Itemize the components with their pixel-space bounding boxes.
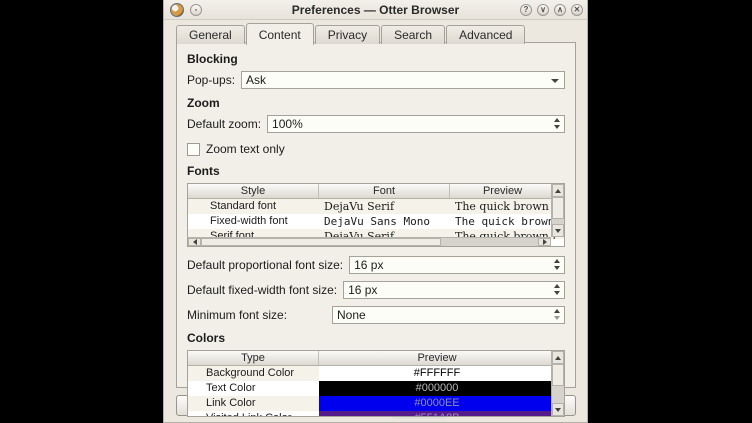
fixed-width-font-size-spinbox[interactable]: 16 px (343, 281, 565, 299)
proportional-font-size-spinbox[interactable]: 16 px (349, 256, 565, 274)
colors-row-text[interactable]: Text Color #000000 (188, 381, 564, 396)
fonts-hscroll-thumb[interactable] (201, 238, 441, 246)
spin-up-icon[interactable] (554, 259, 560, 263)
spin-up-icon[interactable] (554, 118, 560, 122)
zoom-section-title: Zoom (187, 96, 565, 110)
spin-down-icon[interactable] (554, 291, 560, 295)
spin-down-icon[interactable] (554, 316, 560, 320)
colors-vertical-scrollbar[interactable] (551, 351, 564, 416)
fonts-vertical-scrollbar[interactable] (551, 184, 564, 237)
tab-bar: General Content Privacy Search Advanced (176, 23, 575, 44)
scroll-up-icon[interactable] (552, 184, 564, 197)
otter-browser-icon (170, 3, 184, 17)
fonts-section-title: Fonts (187, 164, 565, 178)
close-button[interactable]: ✕ (571, 4, 583, 16)
titlebar[interactable]: Preferences — Otter Browser ? ∨ ∧ ✕ (164, 0, 587, 20)
spin-up-icon[interactable] (554, 284, 560, 288)
help-button[interactable]: ? (520, 4, 532, 16)
tab-general[interactable]: General (176, 25, 245, 44)
colors-col-preview[interactable]: Preview (319, 351, 555, 365)
colors-row-background[interactable]: Background Color #FFFFFF (188, 366, 564, 381)
pin-button[interactable] (190, 4, 202, 16)
fonts-table-header: Style Font Preview (188, 184, 564, 199)
colors-col-type[interactable]: Type (188, 351, 319, 365)
colors-row-link[interactable]: Link Color #0000EE (188, 396, 564, 411)
fonts-table: Style Font Preview Standard font DejaVu … (187, 183, 565, 247)
popups-dropdown-value: Ask (246, 73, 266, 87)
fonts-col-preview[interactable]: Preview (450, 184, 555, 198)
keep-above-button[interactable]: ∧ (554, 4, 566, 16)
scroll-left-icon[interactable] (188, 238, 201, 246)
zoom-text-only-checkbox[interactable] (187, 143, 200, 156)
colors-vscroll-thumb[interactable] (552, 364, 564, 386)
content-tab-panel: Blocking Pop-ups: Ask Zoom Default zoom:… (176, 42, 576, 388)
spin-down-icon[interactable] (554, 266, 560, 270)
fonts-horizontal-scrollbar[interactable] (188, 237, 551, 246)
minimum-font-size-spinbox[interactable]: None (332, 306, 565, 324)
tab-privacy[interactable]: Privacy (315, 25, 380, 44)
tab-search[interactable]: Search (381, 25, 445, 44)
scroll-down-icon[interactable] (552, 403, 564, 416)
scroll-right-icon[interactable] (538, 238, 551, 246)
fonts-col-style[interactable]: Style (188, 184, 319, 198)
popups-label: Pop-ups: (187, 73, 241, 87)
spin-up-icon[interactable] (554, 309, 560, 313)
default-zoom-label: Default zoom: (187, 117, 267, 131)
proportional-font-size-label: Default proportional font size: (187, 258, 349, 272)
minimum-font-size-label: Minimum font size: (187, 308, 332, 322)
preferences-dialog: Preferences — Otter Browser ? ∨ ∧ ✕ Gene… (163, 0, 588, 423)
fonts-col-font[interactable]: Font (319, 184, 450, 198)
default-zoom-value: 100% (272, 117, 303, 131)
colors-section-title: Colors (187, 331, 565, 345)
default-zoom-spinbox[interactable]: 100% (267, 115, 565, 133)
shade-button[interactable]: ∨ (537, 4, 549, 16)
fonts-vscroll-thumb[interactable] (552, 197, 564, 219)
zoom-text-only-label: Zoom text only (206, 142, 285, 156)
scroll-down-icon[interactable] (552, 224, 564, 237)
popups-dropdown[interactable]: Ask (241, 71, 565, 89)
fonts-row-standard[interactable]: Standard font DejaVu Serif The quick bro… (188, 199, 564, 214)
scroll-up-icon[interactable] (552, 351, 564, 364)
colors-table: Type Preview Background Color #FFFFFF Te… (187, 350, 565, 417)
colors-row-visited-link[interactable]: Visited Link Color #551A8B (188, 411, 564, 417)
colors-table-header: Type Preview (188, 351, 564, 366)
blocking-section-title: Blocking (187, 52, 565, 66)
fixed-width-font-size-label: Default fixed-width font size: (187, 283, 343, 297)
tab-content[interactable]: Content (246, 23, 314, 45)
spin-down-icon[interactable] (554, 125, 560, 129)
chevron-down-icon (551, 79, 559, 83)
fonts-row-fixed-width[interactable]: Fixed-width font DejaVu Sans Mono The qu… (188, 214, 564, 229)
tab-advanced[interactable]: Advanced (446, 25, 525, 44)
